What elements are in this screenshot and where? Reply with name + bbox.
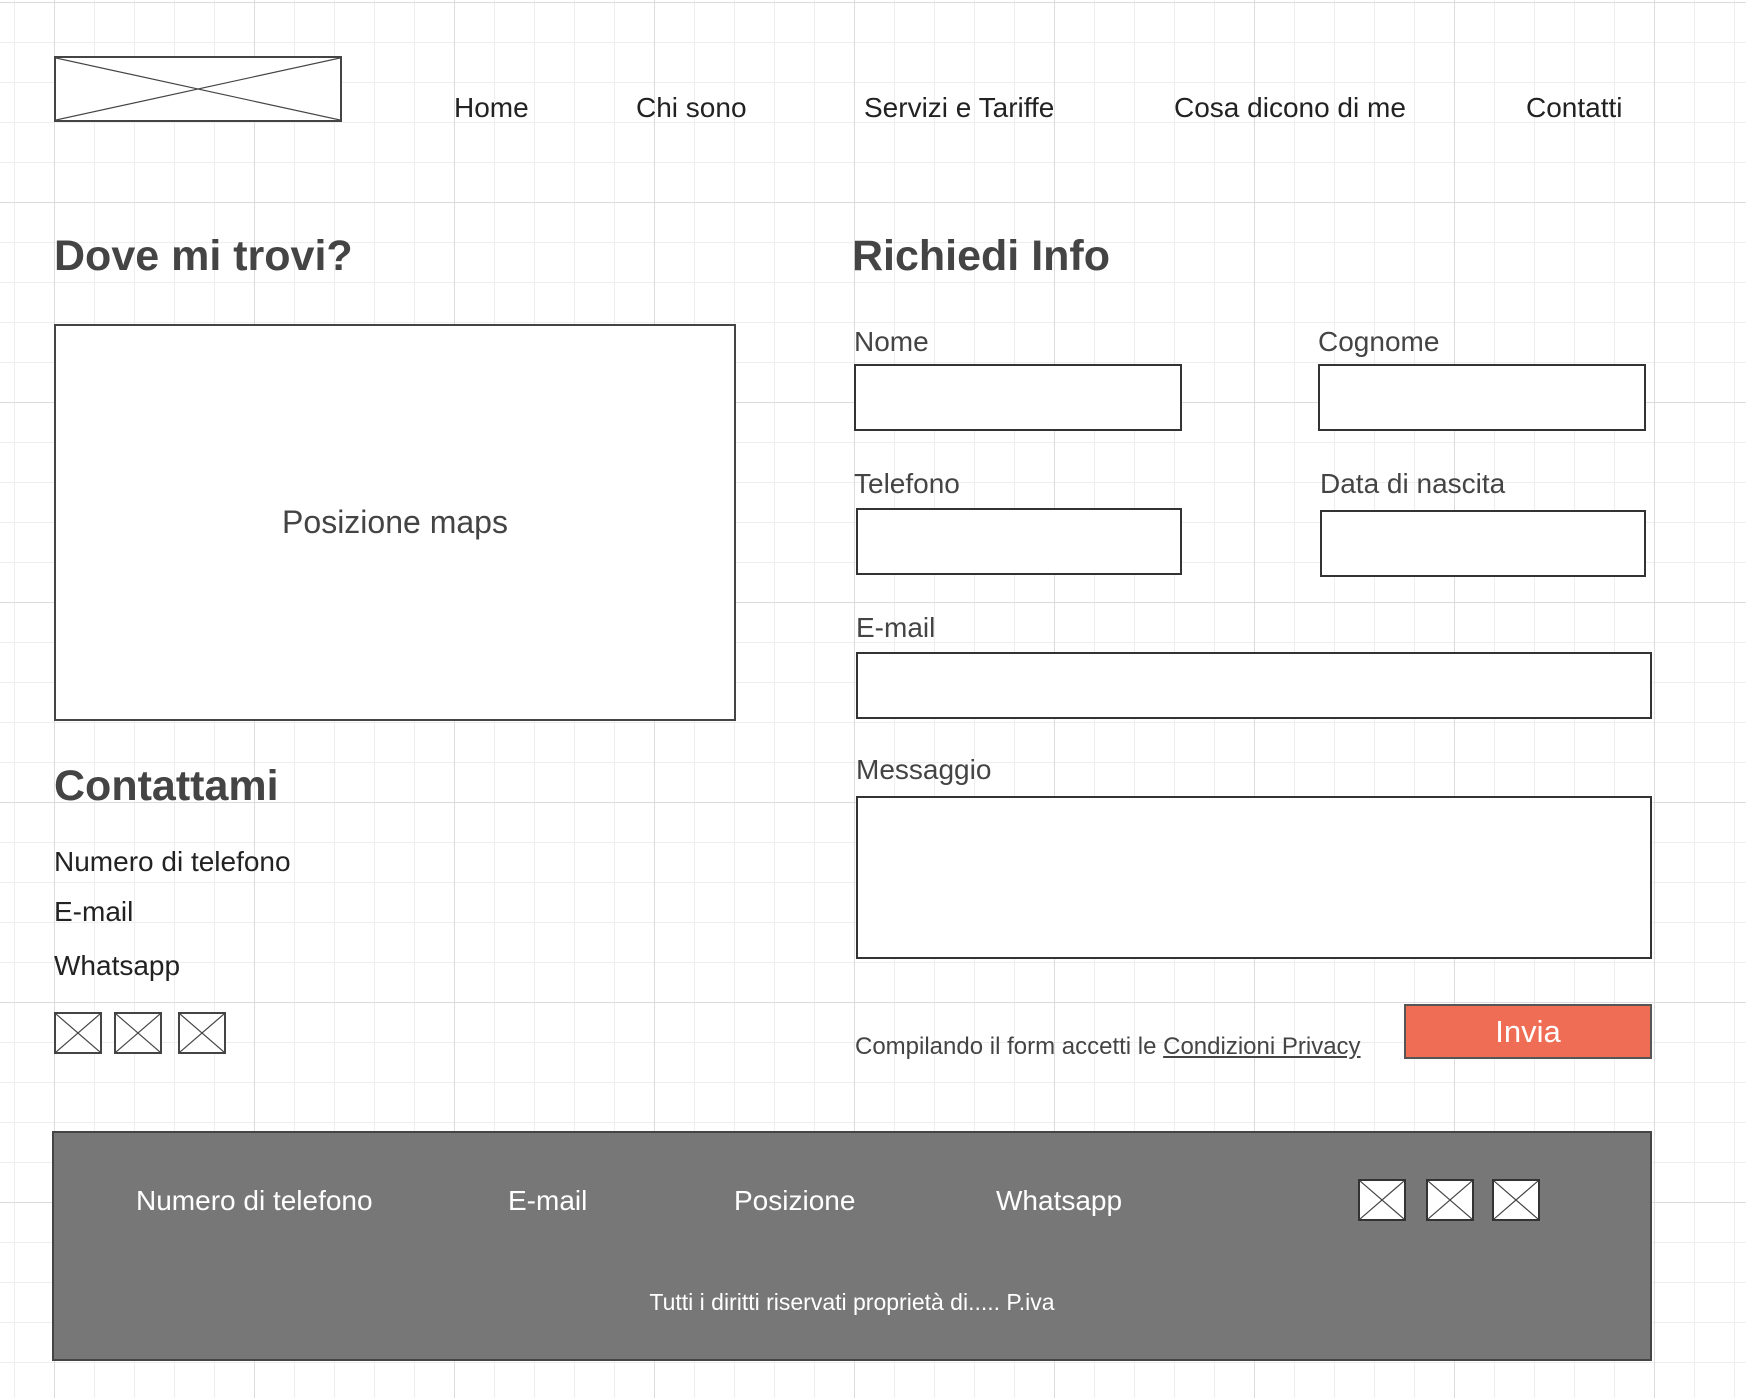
logo-placeholder-icon[interactable] — [54, 56, 342, 122]
input-telefono[interactable] — [856, 508, 1182, 575]
location-title: Dove mi trovi? — [54, 232, 353, 280]
input-nome[interactable] — [854, 364, 1182, 431]
footer: Numero di telefono E-mail Posizione What… — [52, 1131, 1652, 1361]
social-icon-2[interactable] — [114, 1012, 162, 1054]
nav-cosa-dicono[interactable]: Cosa dicono di me — [1174, 92, 1406, 124]
label-data-nascita: Data di nascita — [1320, 468, 1506, 499]
input-email[interactable] — [856, 652, 1652, 719]
label-cognome: Cognome — [1318, 326, 1440, 357]
map-label: Posizione maps — [282, 504, 508, 540]
footer-whatsapp[interactable]: Whatsapp — [996, 1185, 1122, 1217]
footer-copyright: Tutti i diritti riservati proprietà di..… — [649, 1289, 1055, 1315]
label-email: E-mail — [856, 612, 936, 643]
label-telefono: Telefono — [854, 468, 960, 499]
input-cognome[interactable] — [1318, 364, 1646, 431]
input-data-nascita[interactable] — [1320, 510, 1646, 577]
footer-social-icon-2[interactable] — [1426, 1179, 1474, 1221]
footer-position[interactable]: Posizione — [734, 1185, 855, 1217]
nav-home[interactable]: Home — [454, 92, 529, 124]
footer-social-icon-3[interactable] — [1492, 1179, 1540, 1221]
nav-servizi-tariffe[interactable]: Servizi e Tariffe — [864, 92, 1054, 124]
form-title: Richiedi Info — [852, 232, 1110, 280]
footer-social-icon-1[interactable] — [1358, 1179, 1406, 1221]
label-nome: Nome — [854, 326, 929, 357]
nav-chi-sono[interactable]: Chi sono — [636, 92, 747, 124]
contact-phone: Numero di telefono — [54, 846, 291, 877]
social-icon-3[interactable] — [178, 1012, 226, 1054]
label-messaggio: Messaggio — [856, 754, 992, 785]
submit-button[interactable]: Invia — [1404, 1004, 1652, 1059]
textarea-messaggio[interactable] — [856, 796, 1652, 959]
contact-whatsapp: Whatsapp — [54, 950, 181, 981]
privacy-notice: Compilando il form accetti le Condizioni… — [855, 1033, 1361, 1061]
social-icon-1[interactable] — [54, 1012, 102, 1054]
footer-phone[interactable]: Numero di telefono — [136, 1185, 373, 1217]
footer-email[interactable]: E-mail — [508, 1185, 587, 1217]
privacy-prefix: Compilando il form accetti le — [855, 1033, 1157, 1060]
contact-title: Contattami — [54, 762, 279, 810]
contact-email: E-mail — [54, 896, 134, 927]
nav-contatti[interactable]: Contatti — [1526, 92, 1623, 124]
map-placeholder[interactable]: Posizione maps — [54, 324, 736, 721]
privacy-link[interactable]: Condizioni Privacy — [1163, 1033, 1360, 1060]
